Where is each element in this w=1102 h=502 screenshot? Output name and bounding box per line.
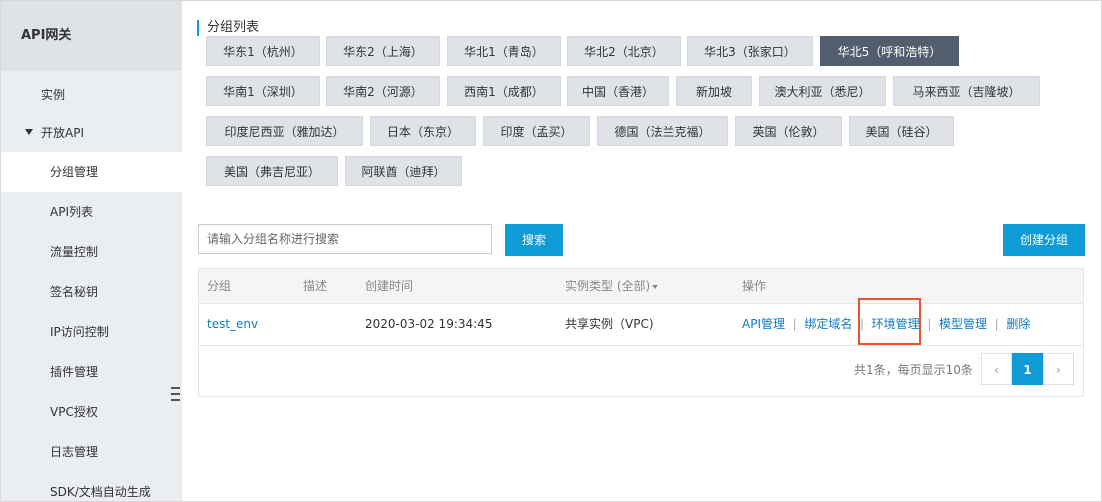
column-header-group: 分组 — [207, 279, 232, 293]
group-table: 分组 描述 创建时间 实例类型 (全部) 操作 test_env 2020-03… — [198, 268, 1084, 397]
pagination-summary: 共1条，每页显示10条 — [854, 363, 973, 377]
region-tab[interactable]: 阿联酋（迪拜） — [345, 156, 462, 186]
sidebar-item-label: API列表 — [50, 205, 93, 219]
caret-down-icon — [25, 129, 33, 135]
console-frame: API网关 实例 开放API 分组管理 API列表 流量控制 签名秘钥 IP访问… — [0, 0, 1102, 502]
sidebar-item-plugins[interactable]: 插件管理 — [1, 352, 182, 392]
region-tab[interactable]: 华北2（北京） — [567, 36, 681, 66]
sidebar-item-label: 开放API — [41, 126, 84, 140]
table-header: 分组 描述 创建时间 实例类型 (全部) 操作 — [199, 269, 1083, 304]
column-header-actions: 操作 — [742, 279, 767, 293]
sidebar-item-ip-access-control[interactable]: IP访问控制 — [1, 312, 182, 352]
region-tab[interactable]: 中国（香港） — [567, 76, 669, 106]
region-tab[interactable]: 日本（东京） — [370, 116, 476, 146]
group-search-input[interactable] — [198, 224, 492, 254]
sidebar-group-open-api[interactable]: 开放API — [1, 113, 182, 153]
action-separator: | — [990, 317, 1003, 331]
region-tab[interactable]: 英国（伦敦） — [735, 116, 842, 146]
region-tab[interactable]: 华南2（河源） — [326, 76, 440, 106]
column-header-description: 描述 — [303, 279, 328, 293]
sidebar-item-sdk-docs[interactable]: SDK/文档自动生成 — [1, 472, 182, 501]
region-tab[interactable]: 印度（孟买） — [483, 116, 590, 146]
sidebar-item-label: 分组管理 — [50, 165, 99, 179]
main-content: 分组列表 华东1（杭州） 华东2（上海） 华北1（青岛） 华北2（北京） 华北3… — [182, 1, 1101, 501]
sidebar-item-traffic-control[interactable]: 流量控制 — [1, 232, 182, 272]
sidebar-collapse-icon[interactable] — [169, 383, 183, 411]
sidebar-item-api-list[interactable]: API列表 — [1, 192, 182, 232]
instance-type: 共享实例（VPC) — [565, 317, 654, 331]
sidebar-item-logs[interactable]: 日志管理 — [1, 432, 182, 472]
instance-type-filter[interactable]: 实例类型 (全部) — [565, 269, 659, 303]
create-group-button[interactable]: 创建分组 — [1003, 224, 1085, 256]
api-management-link[interactable]: API管理 — [742, 317, 785, 331]
search-button[interactable]: 搜索 — [505, 224, 563, 256]
sidebar-item-label: 签名秘钥 — [50, 285, 99, 299]
bind-domain-link[interactable]: 绑定域名 — [804, 317, 852, 331]
column-header-instance-type: 实例类型 (全部) — [565, 279, 651, 293]
group-name-link[interactable]: test_env — [207, 304, 258, 345]
sidebar-item-label: 插件管理 — [50, 365, 99, 379]
delete-link[interactable]: 删除 — [1006, 317, 1030, 331]
region-tab[interactable]: 德国（法兰克福） — [597, 116, 728, 146]
page-title: 分组列表 — [197, 20, 259, 36]
sidebar-item-signature-keys[interactable]: 签名秘钥 — [1, 272, 182, 312]
region-tab-selected[interactable]: 华北5（呼和浩特） — [820, 36, 959, 66]
region-tab[interactable]: 华北3（张家口） — [687, 36, 813, 66]
action-separator: | — [923, 317, 936, 331]
sidebar-item-label: 流量控制 — [50, 245, 99, 259]
column-header-created: 创建时间 — [365, 279, 414, 293]
region-tab[interactable]: 华东2（上海） — [326, 36, 440, 66]
model-management-link[interactable]: 模型管理 — [939, 317, 987, 331]
previous-page-button[interactable]: ‹ — [981, 353, 1012, 385]
table-row: test_env 2020-03-02 19:34:45 共享实例（VPC) A… — [199, 304, 1083, 346]
annotation-highlight-box — [858, 298, 921, 345]
caret-down-icon — [652, 284, 659, 289]
sidebar-item-vpc-authorization[interactable]: VPC授权 — [1, 392, 182, 432]
region-tab[interactable]: 印度尼西亚（雅加达） — [206, 116, 363, 146]
action-separator: | — [788, 317, 801, 331]
sidebar-item-label: 实例 — [41, 88, 66, 102]
sidebar: API网关 实例 开放API 分组管理 API列表 流量控制 签名秘钥 IP访问… — [1, 1, 182, 501]
sidebar-item-label: SDK/文档自动生成 — [50, 485, 151, 499]
region-tab[interactable]: 华北1（青岛） — [447, 36, 561, 66]
region-tab[interactable]: 澳大利亚（悉尼） — [759, 76, 886, 106]
sidebar-item-label: 日志管理 — [50, 445, 99, 459]
region-tab[interactable]: 华东1（杭州） — [206, 36, 320, 66]
page-1-button[interactable]: 1 — [1012, 353, 1043, 385]
sidebar-item-group-management[interactable]: 分组管理 — [1, 152, 182, 192]
sidebar-title: API网关 — [1, 1, 182, 71]
sidebar-item-label: VPC授权 — [50, 405, 98, 419]
region-tab[interactable]: 西南1（成都） — [447, 76, 561, 106]
created-time: 2020-03-02 19:34:45 — [365, 317, 493, 331]
next-page-button[interactable]: › — [1043, 353, 1074, 385]
sidebar-item-label: IP访问控制 — [50, 325, 109, 339]
region-tab[interactable]: 美国（硅谷） — [849, 116, 954, 146]
region-tab[interactable]: 马来西亚（吉隆坡） — [893, 76, 1040, 106]
region-tab[interactable]: 美国（弗吉尼亚） — [206, 156, 338, 186]
region-tab[interactable]: 新加坡 — [676, 76, 752, 106]
sidebar-item-instances[interactable]: 实例 — [1, 75, 182, 115]
region-tab[interactable]: 华南1（深圳） — [206, 76, 320, 106]
